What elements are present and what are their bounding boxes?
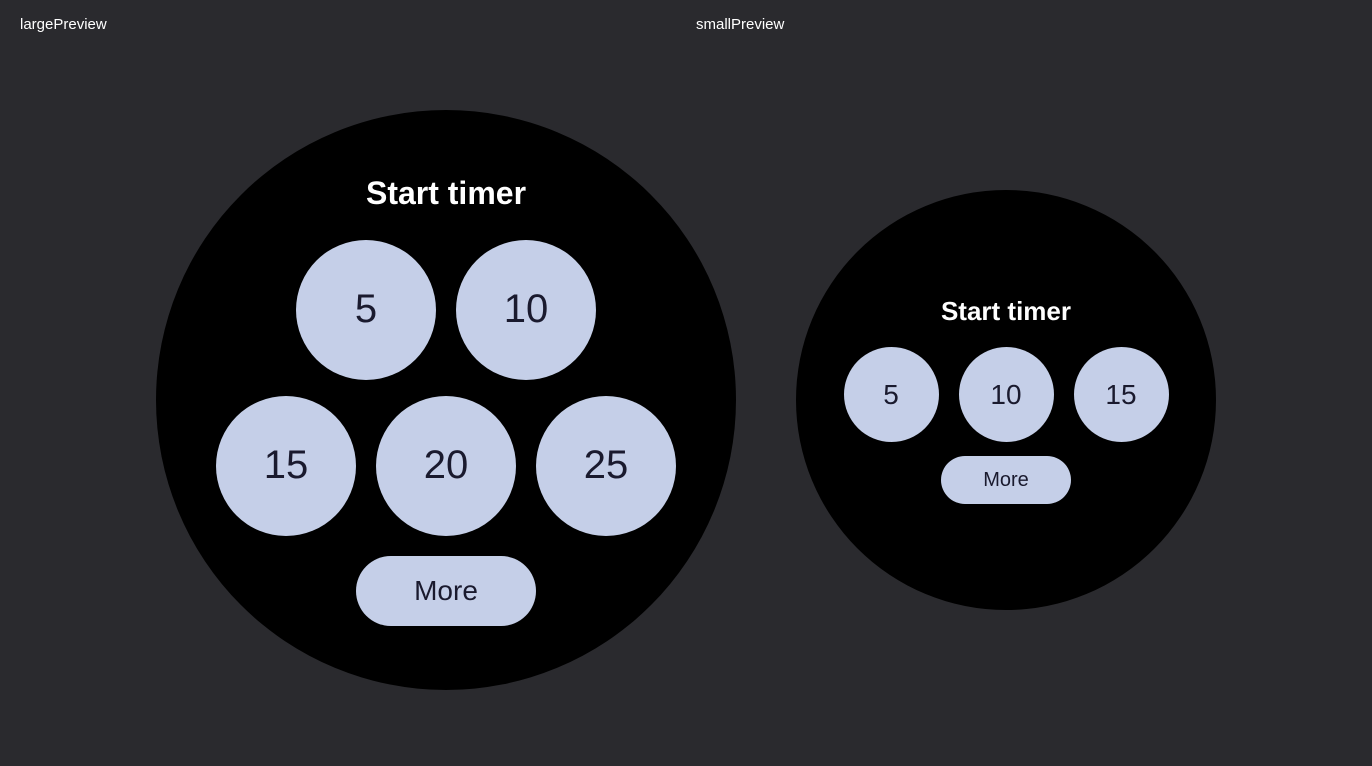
- large-timer-btn-25[interactable]: 25: [536, 396, 676, 536]
- large-timer-grid: 5 10 15 20 25 More: [216, 240, 676, 626]
- large-preview-label: largePreview: [20, 16, 107, 33]
- large-more-button[interactable]: More: [356, 556, 536, 626]
- large-timer-btn-15[interactable]: 15: [216, 396, 356, 536]
- small-timer-btn-10[interactable]: 10: [959, 347, 1054, 442]
- large-timer-btn-20[interactable]: 20: [376, 396, 516, 536]
- small-more-row: More: [941, 456, 1071, 504]
- small-preview-label: smallPreview: [696, 16, 784, 33]
- large-watch-preview: Start timer 5 10 15 20 25 More: [156, 110, 736, 690]
- large-timer-row-1: 5 10: [296, 240, 596, 380]
- small-watch-title: Start timer: [941, 296, 1071, 327]
- small-timer-row-1: 5 10 15: [844, 347, 1169, 442]
- large-watch-title: Start timer: [366, 175, 526, 212]
- large-timer-btn-5[interactable]: 5: [296, 240, 436, 380]
- small-timer-btn-15[interactable]: 15: [1074, 347, 1169, 442]
- large-more-row: More: [356, 552, 536, 626]
- small-watch-preview: Start timer 5 10 15 More: [796, 190, 1216, 610]
- small-timer-btn-5[interactable]: 5: [844, 347, 939, 442]
- small-more-button[interactable]: More: [941, 456, 1071, 504]
- small-timer-grid: 5 10 15 More: [844, 347, 1169, 504]
- large-timer-btn-10[interactable]: 10: [456, 240, 596, 380]
- large-timer-row-2: 15 20 25: [216, 396, 676, 536]
